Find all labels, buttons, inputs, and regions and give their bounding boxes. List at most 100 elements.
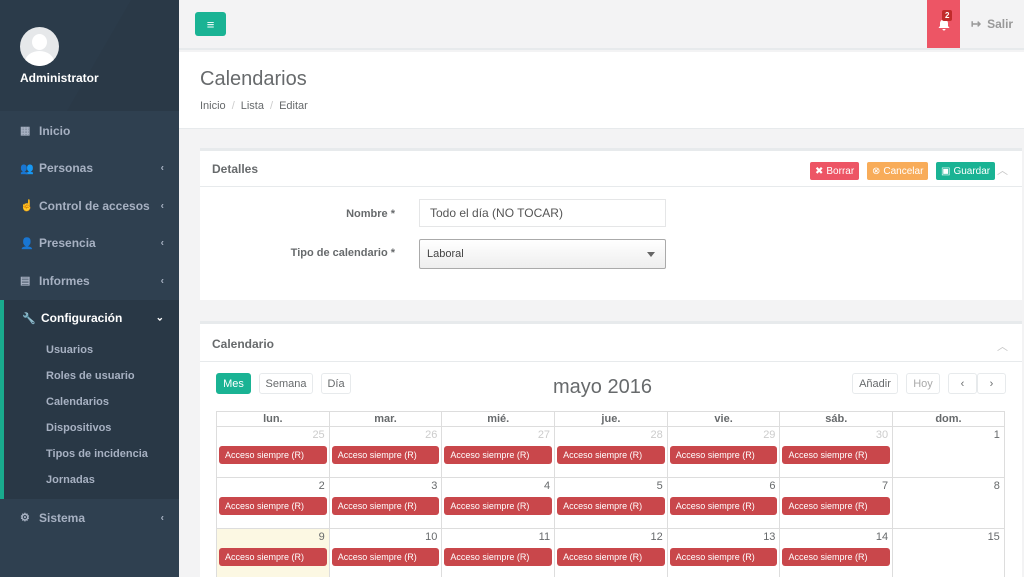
sidebar-subitem-usuarios[interactable]: Usuarios xyxy=(4,337,179,363)
sidebar-subitem-dispositivos[interactable]: Dispositivos xyxy=(4,415,179,441)
sidebar-subitem-calendarios[interactable]: Calendarios xyxy=(4,389,179,415)
breadcrumb-inicio[interactable]: Inicio xyxy=(200,100,226,112)
chevron-right-icon: › xyxy=(989,377,994,390)
sidebar-item-informes[interactable]: ▤ Informes ‹ xyxy=(0,262,179,300)
logout-link[interactable]: ↦ Salir xyxy=(971,17,1013,31)
collapse-chevron-icon[interactable]: ︿ xyxy=(997,162,1008,178)
save-button[interactable]: ▣ Guardar xyxy=(936,162,996,180)
sidebar-item-inicio[interactable]: ▦ Inicio xyxy=(0,112,179,150)
today-button[interactable]: Hoy xyxy=(906,373,940,394)
day-number: 25 xyxy=(312,429,325,441)
calendar-event[interactable]: Acceso siempre (R) xyxy=(669,497,778,515)
calendar-day-cell[interactable]: 4 Acceso siempre (R) xyxy=(441,478,554,528)
calendar-day-cell[interactable]: 30 Acceso siempre (R) xyxy=(779,427,892,477)
calendar-day-cell[interactable]: 10 Acceso siempre (R) xyxy=(328,529,442,577)
day-number: 27 xyxy=(537,429,551,441)
avatar[interactable] xyxy=(20,27,59,66)
calendar-day-cell[interactable]: 29 Acceso siempre (R) xyxy=(666,427,780,477)
calendar-event[interactable]: Acceso siempre (R) xyxy=(331,548,440,566)
calendar-event[interactable]: Acceso siempre (R) xyxy=(557,548,665,566)
calendar-day-cell[interactable]: 14 Acceso siempre (R) xyxy=(779,529,892,577)
sidebar-item-presencia[interactable]: 👤 Presencia ‹ xyxy=(0,225,179,263)
next-month-button[interactable]: › xyxy=(977,373,1006,394)
sidebar-item-label: Presencia xyxy=(39,236,96,251)
calendar-day-cell[interactable]: 1 xyxy=(892,427,1005,477)
calendar-month-title: mayo 2016 xyxy=(553,376,652,398)
calendar-day-cell[interactable]: 27 Acceso siempre (R) xyxy=(441,427,554,477)
view-week-button[interactable]: Semana xyxy=(259,373,313,394)
calendar-panel-header: Calendario ︿ xyxy=(200,324,1022,362)
day-number: 8 xyxy=(993,480,1000,492)
sidebar-item-personas[interactable]: 👥 Personas ‹ xyxy=(0,150,179,188)
calendar-day-cell[interactable]: 11 Acceso siempre (R) xyxy=(441,529,554,577)
prev-month-button[interactable]: ‹ xyxy=(948,373,977,394)
day-number: 2 xyxy=(318,480,325,492)
chevron-left-icon: ‹ xyxy=(160,162,164,174)
sidebar-subitem-roles[interactable]: Roles de usuario xyxy=(4,363,179,389)
calendar-day-cell[interactable]: 5 Acceso siempre (R) xyxy=(554,478,667,528)
calendar-event[interactable]: Acceso siempre (R) xyxy=(219,497,327,515)
details-panel: Detalles ✖ Borrar ⊗ Cancelar ▣ Guardar ︿ No… xyxy=(200,148,1022,300)
view-month-button[interactable]: Mes xyxy=(216,373,251,394)
calendar-day-cell[interactable]: 28 Acceso siempre (R) xyxy=(554,427,667,477)
calendar-event[interactable]: Acceso siempre (R) xyxy=(782,446,891,464)
calendar-event[interactable]: Acceso siempre (R) xyxy=(782,548,891,566)
breadcrumb-lista[interactable]: Lista xyxy=(241,100,264,112)
sidebar-subitem-jornadas[interactable]: Jornadas xyxy=(4,467,179,493)
calendar-day-cell[interactable]: 15 xyxy=(892,529,1005,577)
chevron-down-icon: ⌄ xyxy=(155,312,164,324)
hamburger-icon: ≡ xyxy=(206,16,215,32)
wrench-icon: 🔧 xyxy=(22,312,36,325)
calendar-event[interactable]: Acceso siempre (R) xyxy=(219,548,327,566)
day-number: 9 xyxy=(318,531,325,543)
delete-button[interactable]: ✖ Borrar xyxy=(810,162,860,180)
calendar-day-cell[interactable]: 25 Acceso siempre (R) xyxy=(216,427,329,477)
calendar-event[interactable]: Acceso siempre (R) xyxy=(557,446,665,464)
day-number: 30 xyxy=(875,429,889,441)
calendar-day-cell[interactable]: 8 xyxy=(892,478,1005,528)
chevron-left-icon: ‹ xyxy=(960,377,965,390)
calendar-event[interactable]: Acceso siempre (R) xyxy=(219,446,327,464)
view-day-button[interactable]: Día xyxy=(321,373,351,394)
notifications-button[interactable]: 2 xyxy=(927,0,960,48)
sidebar-item-configuracion[interactable]: 🔧 Configuración ⌄ xyxy=(4,300,179,338)
sidebar-item-label: Configuración xyxy=(41,311,123,326)
gear-icon: ⚙ xyxy=(20,512,30,525)
collapse-chevron-icon[interactable]: ︿ xyxy=(997,338,1008,354)
calendar-event[interactable]: Acceso siempre (R) xyxy=(444,497,553,515)
breadcrumb: Inicio / Lista / Editar xyxy=(200,100,308,112)
day-number: 13 xyxy=(763,531,776,543)
calendar-day-cell[interactable]: 12 Acceso siempre (R) xyxy=(554,529,667,577)
calendar-event[interactable]: Acceso siempre (R) xyxy=(331,497,440,515)
calendar-day-cell[interactable]: 26 Acceso siempre (R) xyxy=(328,427,442,477)
add-event-button[interactable]: Añadir xyxy=(852,373,898,394)
calendar-event[interactable]: Acceso siempre (R) xyxy=(669,446,778,464)
day-number: 15 xyxy=(987,531,1000,543)
calendar-event[interactable]: Acceso siempre (R) xyxy=(669,548,778,566)
calendar-event[interactable]: Acceso siempre (R) xyxy=(331,446,440,464)
weekday-label: mié. xyxy=(441,412,554,426)
calendar-day-cell[interactable]: 2 Acceso siempre (R) xyxy=(216,478,329,528)
calendar-day-cell[interactable]: 9 Acceso siempre (R) xyxy=(216,529,329,577)
weekday-label: lun. xyxy=(216,412,329,426)
calendar-day-cell[interactable]: 7 Acceso siempre (R) xyxy=(779,478,892,528)
menu-toggle-button[interactable]: ≡ xyxy=(195,12,226,36)
breadcrumb-editar: Editar xyxy=(279,100,308,112)
name-input[interactable]: Todo el día (NO TOCAR) xyxy=(419,199,666,227)
name-label: Nombre * xyxy=(346,208,395,220)
sidebar-item-sistema[interactable]: ⚙ Sistema ‹ xyxy=(0,499,179,537)
cancel-button[interactable]: ⊗ Cancelar xyxy=(867,162,929,180)
hand-icon: ☝ xyxy=(20,200,34,213)
profile-name[interactable]: Administrator xyxy=(20,71,99,85)
calendar-day-cell[interactable]: 3 Acceso siempre (R) xyxy=(328,478,442,528)
calendar-type-select[interactable]: Laboral xyxy=(419,239,666,269)
calendar-event[interactable]: Acceso siempre (R) xyxy=(444,548,553,566)
calendar-event[interactable]: Acceso siempre (R) xyxy=(444,446,553,464)
calendar-day-cell[interactable]: 6 Acceso siempre (R) xyxy=(666,478,780,528)
cancel-circle-icon: ⊗ xyxy=(872,165,881,177)
sidebar-subitem-tipos-incidencia[interactable]: Tipos de incidencia xyxy=(4,441,179,467)
calendar-event[interactable]: Acceso siempre (R) xyxy=(557,497,665,515)
calendar-event[interactable]: Acceso siempre (R) xyxy=(782,497,891,515)
calendar-day-cell[interactable]: 13 Acceso siempre (R) xyxy=(666,529,780,577)
sidebar-item-control-accesos[interactable]: ☝ Control de accesos ‹ xyxy=(0,187,179,225)
